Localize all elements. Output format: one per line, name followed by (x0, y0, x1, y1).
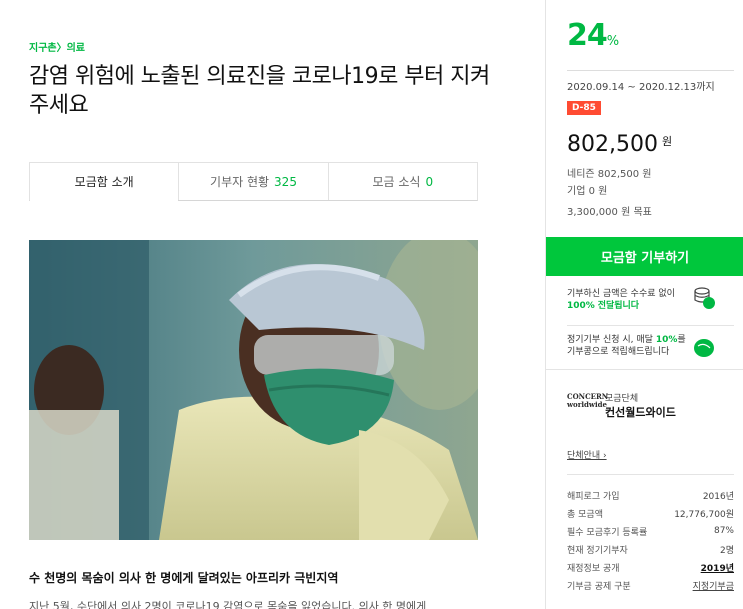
tab-count: 0 (425, 174, 434, 189)
raised-amount: 802,500 원 (567, 132, 672, 157)
tab-donors[interactable]: 기부자 현황 325 (178, 163, 328, 200)
stat-label: 총 모금액 (567, 509, 603, 520)
tab-count: 325 (274, 174, 297, 189)
medic-photo (29, 240, 478, 540)
donation-sidebar: 24% 2020.09.14 ~ 2020.12.13까지 D-85 802,5… (545, 0, 743, 609)
main-content: 지구촌〉의료 감염 위험에 노출된 의료진을 코로나19로 부터 지켜주세요 모… (0, 0, 545, 609)
company-amount: 기업 0 원 (567, 186, 608, 197)
stat-value: 12,776,700원 (674, 509, 734, 520)
divider (567, 325, 734, 326)
netizen-amount: 네티즌 802,500 원 (567, 169, 652, 180)
section-heading: 수 천명의 목숨이 의사 한 명에게 달려있는 아프리카 극빈지역 (29, 571, 339, 585)
bean-icon (694, 339, 714, 357)
coin-stack-icon (694, 287, 715, 309)
amount-value: 802,500 (567, 132, 658, 157)
page-title: 감염 위험에 노출된 의료진을 코로나19로 부터 지켜주세요 (29, 64, 490, 118)
goal-amount: 3,300,000 원 목표 (567, 207, 652, 218)
divider (567, 474, 734, 475)
org-name[interactable]: 컨선월드와이드 (605, 404, 676, 420)
tab-label: 모금 소식 (372, 175, 421, 189)
body-text: 지난 5월, 수단에서 의사 2명이 코로나19 감염으로 목숨을 잃었습니다.… (29, 600, 427, 609)
stat-label: 재정정보 공개 (567, 563, 620, 574)
no-fee-info: 기부하신 금액은 수수료 없이 100% 전달됩니다 (567, 288, 695, 312)
org-info-link[interactable]: 단체안내 › (567, 448, 607, 461)
percent-unit: % (606, 34, 620, 49)
regular-donation-info: 정기기부 신청 시, 매달 10%를 기부콩으로 적립해드립니다 (567, 334, 695, 358)
tab-label: 모금함 소개 (74, 174, 134, 189)
stat-row: 재정정보 공개 2019년 (567, 558, 734, 576)
stat-label: 현재 정기기부자 (567, 545, 628, 556)
stat-value: 2명 (719, 545, 734, 556)
progress-percent: 24% (567, 18, 619, 53)
breadcrumb[interactable]: 지구촌〉의료 (29, 39, 85, 54)
stat-value: 87% (713, 526, 734, 536)
divider (546, 369, 743, 370)
org-logo: CONCERN worldwide (567, 392, 609, 409)
stat-value: 2016년 (702, 491, 734, 502)
stat-row: 총 모금액 12,776,700원 (567, 504, 734, 522)
divider (567, 70, 734, 71)
info-text: 기부하신 금액은 수수료 없이 (567, 289, 675, 299)
stat-label: 필수 모금후기 등록률 (567, 527, 648, 538)
fundraising-period: 2020.09.14 ~ 2020.12.13까지 (567, 82, 715, 93)
info-text-strong: 전달됩니다 (597, 301, 640, 311)
stat-row: 해피로그 가입 2016년 (567, 486, 734, 504)
stat-label: 해피로그 가입 (567, 491, 620, 502)
medic-photo-illustration (29, 240, 478, 540)
info-text: 정기기부 신청 시, 매달 (567, 335, 653, 345)
donate-button[interactable]: 모금함 기부하기 (546, 237, 743, 276)
amount-unit: 원 (661, 135, 673, 148)
stat-row: 기부금 공제 구분 지정기부금 (567, 576, 734, 594)
tab-intro[interactable]: 모금함 소개 (30, 163, 179, 201)
tab-news[interactable]: 모금 소식 0 (327, 163, 477, 200)
stat-label: 기부금 공제 구분 (567, 581, 631, 592)
percent-value: 24 (567, 18, 608, 53)
deduction-type-link[interactable]: 지정기부금 (693, 579, 734, 592)
stat-row: 필수 모금후기 등록률 87% (567, 522, 734, 540)
tab-bar: 모금함 소개 기부자 현황 325 모금 소식 0 (29, 162, 478, 201)
info-highlight: 100% (567, 301, 595, 311)
dday-badge: D-85 (567, 101, 601, 115)
financial-info-link[interactable]: 2019년 (701, 561, 734, 574)
stat-row: 현재 정기기부자 2명 (567, 540, 734, 558)
tab-label: 기부자 현황 (210, 175, 270, 189)
info-highlight: 10% (655, 335, 678, 345)
org-label: 모금단체 (605, 394, 639, 404)
org-stats: 해피로그 가입 2016년 총 모금액 12,776,700원 필수 모금후기 … (567, 486, 734, 594)
